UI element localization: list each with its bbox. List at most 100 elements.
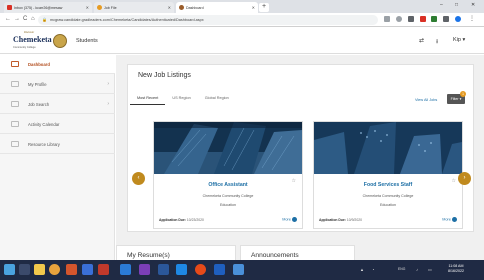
powerpoint-icon[interactable] (98, 264, 109, 275)
job-title[interactable]: Office Assistant (154, 182, 302, 188)
browser-tab-strip: Inbox (375) - kcarr26@mesaw ✕ Job File ✕… (0, 0, 484, 13)
extension-icon[interactable] (408, 16, 414, 22)
logo-text[interactable]: Chemeketa (13, 35, 52, 44)
reload-button[interactable]: C (23, 16, 27, 22)
browser-toolbar: ← → C ⌂ 🔒 mcgraw.candidate.gradleaders.c… (0, 13, 484, 27)
more-label: More (442, 217, 451, 222)
browser-tab-inbox[interactable]: Inbox (375) - kcarr26@mesaw ✕ (4, 2, 92, 13)
job-card[interactable]: ☆ Food Services Staff Chemeketa Communit… (313, 121, 463, 229)
url-text: mcgraw.candidate.gradleaders.com/Chemeke… (50, 18, 204, 22)
tab-global-region[interactable]: Global Region (198, 93, 236, 105)
sidebar: Dashboard My Profile › Job Search › Acti… (0, 55, 115, 260)
back-button[interactable]: ← (5, 16, 11, 22)
tab-label: Dashboard (186, 5, 204, 10)
user-menu[interactable]: Kip ▾ (453, 37, 465, 43)
onenote-icon[interactable] (139, 264, 150, 275)
home-button[interactable]: ⌂ (31, 16, 35, 22)
date-text: 8/16/2022 (448, 269, 464, 273)
sidebar-item-label: Dashboard (28, 61, 50, 67)
edge-icon[interactable] (214, 264, 225, 275)
close-icon[interactable]: ✕ (252, 5, 255, 10)
clock[interactable]: 11:08 AM 8/16/2022 (448, 264, 464, 274)
chemeketa-favicon-icon (179, 5, 184, 10)
start-icon[interactable] (4, 264, 15, 275)
battery-icon[interactable]: ▭ (428, 267, 432, 272)
arrow-right-circle-icon (292, 217, 297, 222)
browser-tab-dashboard[interactable]: Dashboard ✕ (176, 2, 258, 13)
chevron-right-icon: › (107, 81, 109, 87)
swap-icon[interactable]: ⇄ (419, 37, 424, 44)
sidebar-item-label: Activity Calendar (28, 121, 60, 127)
minimize-button[interactable]: – (440, 2, 443, 8)
book-icon (11, 141, 19, 147)
tab-most-recent[interactable]: Most Recent (130, 93, 166, 105)
section-name: Students (76, 38, 98, 44)
profile-icon[interactable] (455, 16, 461, 22)
file-explorer-icon[interactable] (34, 264, 45, 275)
store-icon[interactable] (176, 264, 187, 275)
job-photo (314, 122, 462, 174)
more-link[interactable]: More (442, 217, 457, 222)
network-icon[interactable]: ▲ (360, 267, 364, 272)
sidebar-item-resource-library[interactable]: Resource Library (0, 135, 115, 154)
college-seal-icon (53, 34, 67, 48)
firefox-icon[interactable] (195, 264, 206, 275)
panel-title: New Job Listings (138, 72, 191, 79)
chevron-right-icon: › (107, 101, 109, 107)
due-label: Application Due: (159, 218, 186, 222)
chrome-icon[interactable] (49, 264, 60, 275)
extension-icon[interactable] (431, 16, 437, 22)
view-all-jobs-link[interactable]: View All Jobs (415, 98, 437, 102)
browser-tab-job-file[interactable]: Job File ✕ (94, 2, 174, 13)
carousel-next-button[interactable]: › (458, 172, 471, 185)
job-listings-panel: New Job Listings Most Recent US Region G… (127, 64, 474, 232)
more-link[interactable]: More (282, 217, 297, 222)
new-tab-button[interactable]: + (259, 3, 269, 12)
job-category: Education (380, 203, 396, 207)
star-icon[interactable] (396, 16, 402, 22)
dashboard-icon (11, 61, 19, 67)
sidebar-item-job-search[interactable]: Job Search › (0, 95, 115, 114)
close-icon[interactable]: ✕ (168, 5, 171, 10)
card-title: Announcements (251, 252, 299, 259)
volume-icon[interactable]: ♪ (416, 267, 418, 272)
close-window-button[interactable]: ✕ (471, 2, 475, 8)
sidebar-item-activity-calendar[interactable]: Activity Calendar (0, 115, 115, 134)
job-card[interactable]: ☆ Office Assistant Chemeketa Community C… (153, 121, 303, 229)
due-date: 10/9/2020 (346, 218, 362, 222)
job-organization: Chemeketa Community College (362, 194, 414, 198)
sidebar-item-dashboard[interactable]: Dashboard (0, 55, 115, 74)
gmail-icon (7, 5, 12, 10)
arrow-right-circle-icon (452, 217, 457, 222)
forward-button[interactable]: → (14, 16, 20, 22)
carousel-prev-button[interactable]: ‹ (132, 172, 145, 185)
job-title[interactable]: Food Services Staff (314, 182, 462, 188)
settings-icon[interactable] (233, 264, 244, 275)
extension-icon[interactable] (384, 16, 390, 22)
wifi-icon[interactable]: ◔ (372, 267, 374, 272)
extension-icon[interactable] (420, 16, 426, 22)
search-icon[interactable] (19, 264, 30, 275)
download-icon[interactable]: ⭳ (436, 37, 438, 47)
address-bar[interactable]: 🔒 mcgraw.candidate.gradleaders.com/Cheme… (38, 15, 378, 25)
language-indicator[interactable]: ENG (398, 267, 405, 271)
menu-icon[interactable]: ⋮ (469, 15, 475, 22)
maximize-button[interactable]: □ (455, 2, 458, 8)
word-icon[interactable] (158, 264, 169, 275)
office-icon[interactable] (66, 264, 77, 275)
lock-icon: 🔒 (42, 17, 47, 22)
close-icon[interactable]: ✕ (86, 5, 89, 10)
job-category: Education (220, 203, 236, 207)
teams-icon[interactable] (82, 264, 93, 275)
application-due: Application Due: 10/9/2020 (319, 218, 362, 222)
job-organization: Chemeketa Community College (202, 194, 254, 198)
outlook-icon[interactable] (120, 264, 131, 275)
tab-us-region[interactable]: US Region (165, 93, 197, 105)
sidebar-item-label: Resource Library (28, 141, 60, 147)
tab-label: Job File (104, 5, 117, 10)
extension-icon[interactable] (443, 16, 449, 22)
chrome-page-icon (97, 5, 102, 10)
card-title: My Resume(s) (127, 252, 170, 259)
sidebar-item-my-profile[interactable]: My Profile › (0, 75, 115, 94)
listing-tabs: Most Recent US Region Global Region (130, 93, 236, 105)
